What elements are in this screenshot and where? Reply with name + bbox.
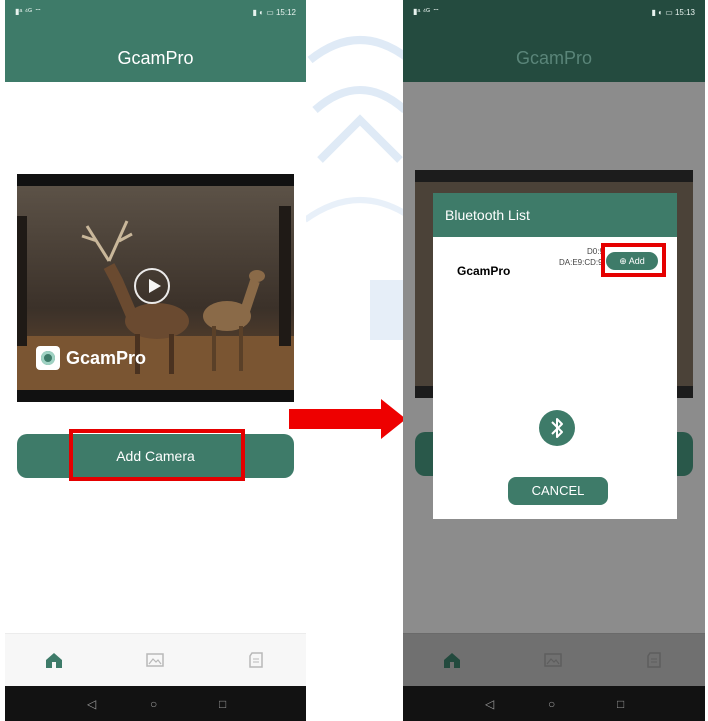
bottom-navigation (403, 633, 705, 687)
system-back-button[interactable]: ◁ (87, 697, 96, 711)
gcampro-logo-icon (36, 346, 60, 370)
bottom-navigation (5, 633, 306, 687)
app-bar-dimmed: ▮ᵃ ⁴ᴳ ⌔ ▮ ◐ ▭ 15:13 GcamPro (403, 0, 705, 82)
dialog-title: Bluetooth List (433, 193, 677, 237)
system-navigation-bar: ◁ ○ □ (5, 686, 306, 721)
left-phone-screen: ▮ᵃ ⁴ᴳ ⌔ ▮ ◐ ▭ 15:12 GcamPro GcamPro Add … (5, 0, 306, 721)
system-home-button[interactable]: ○ (150, 697, 157, 711)
bluetooth-icon (551, 418, 563, 438)
system-recents-button[interactable]: □ (219, 697, 226, 711)
hero-brand: GcamPro (36, 346, 146, 370)
gallery-icon[interactable] (146, 652, 164, 668)
highlight-add-camera (69, 429, 245, 481)
status-left: ▮ᵃ ⁴ᴳ ⌔ (413, 7, 440, 16)
status-bar: ▮ᵃ ⁴ᴳ ⌔ ▮ ◐ ▭ 15:13 (403, 0, 705, 24)
transition-arrow (289, 409, 383, 429)
status-left: ▮ᵃ ⁴ᴳ ⌔ (15, 7, 42, 16)
hero-video-card[interactable]: GcamPro (17, 174, 294, 402)
status-right: ▮ ◐ ▭ 15:13 (651, 7, 695, 17)
app-title: GcamPro (515, 48, 593, 68)
sd-card-icon[interactable] (248, 652, 266, 668)
bluetooth-scan-button[interactable] (539, 410, 575, 446)
device-name: GcamPro (457, 264, 511, 278)
watermark-graphic (303, 36, 417, 340)
home-icon[interactable] (45, 652, 63, 668)
cancel-button[interactable]: CANCEL (508, 477, 608, 505)
system-back-button[interactable]: ◁ (485, 697, 494, 711)
home-icon[interactable] (443, 652, 461, 668)
right-phone-screen: ▮ᵃ ⁴ᴳ ⌔ ▮ ◐ ▭ 15:13 GcamPro Bluetooth Li… (403, 0, 705, 721)
app-bar: ▮ᵃ ⁴ᴳ ⌔ ▮ ◐ ▭ 15:12 GcamPro (5, 0, 306, 82)
highlight-add-device (601, 243, 666, 277)
play-circle-icon[interactable] (134, 268, 170, 304)
status-right: ▮ ◐ ▭ 15:12 (252, 7, 296, 17)
system-home-button[interactable]: ○ (548, 697, 555, 711)
sd-card-icon[interactable] (646, 652, 664, 668)
status-bar: ▮ᵃ ⁴ᴳ ⌔ ▮ ◐ ▭ 15:12 (5, 0, 306, 24)
gallery-icon[interactable] (544, 652, 562, 668)
device-mac-line2: DA:E9:CD:9 (559, 258, 603, 267)
bluetooth-list-dialog: Bluetooth List GcamPro D0:9 DA:E9:CD:9 ⊕… (433, 193, 677, 519)
app-title: GcamPro (117, 48, 194, 68)
hero-brand-text: GcamPro (66, 347, 147, 368)
system-navigation-bar: ◁ ○ □ (403, 686, 705, 721)
system-recents-button[interactable]: □ (617, 697, 624, 711)
